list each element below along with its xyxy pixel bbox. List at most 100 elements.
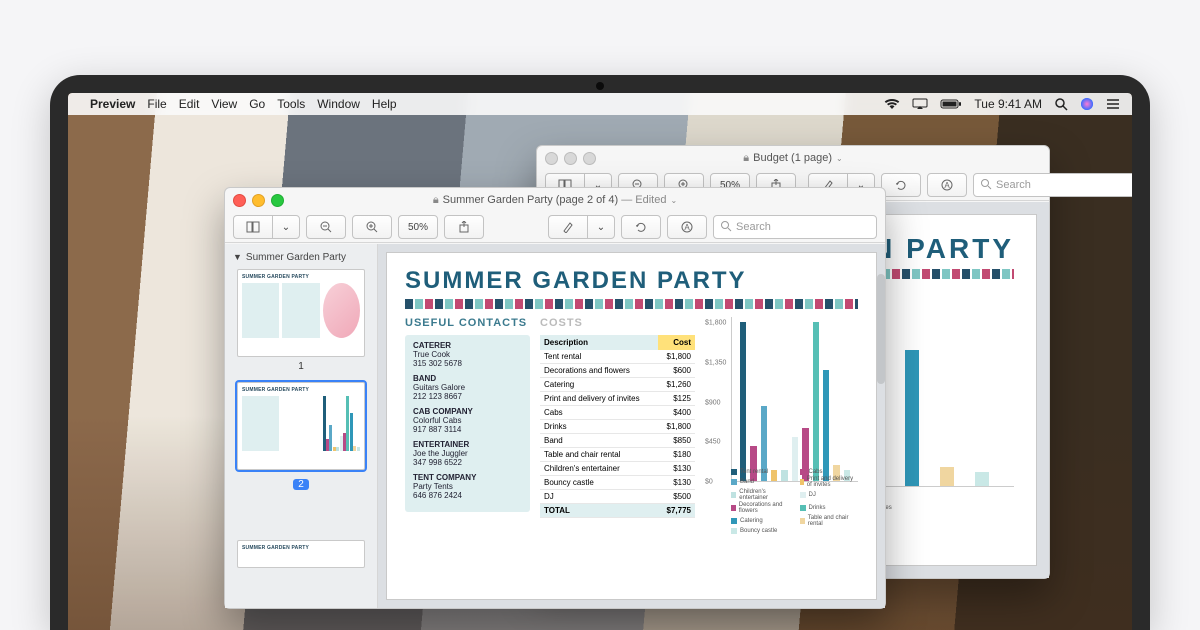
chevron-down-icon[interactable]: ⌄ (670, 196, 677, 205)
menu-view[interactable]: View (211, 97, 237, 111)
siri-icon[interactable] (1080, 97, 1094, 111)
table-row: Decorations and flowers$600 (540, 364, 695, 378)
bar (905, 350, 919, 486)
search-field[interactable]: Search (713, 215, 877, 239)
window-title: Budget (1 page) (753, 152, 832, 164)
thumbnail-sidebar: ▼ Summer Garden Party SUMMER GARDEN PARTY… (225, 244, 378, 608)
legend-item: Cabs (800, 469, 859, 475)
decorative-bunting (405, 299, 858, 309)
contact-entry: CAB COMPANYColorful Cabs917 887 3114 (413, 407, 522, 434)
zoom-in-button[interactable] (352, 215, 392, 239)
share-button[interactable] (444, 215, 484, 239)
col-cost: Cost (658, 335, 695, 350)
contact-entry: TENT COMPANYParty Tents646 876 2424 (413, 473, 522, 500)
legend-item: Bouncy castle (731, 528, 790, 534)
menu-clock[interactable]: Tue 9:41 AM (974, 97, 1042, 111)
menu-file[interactable]: File (147, 97, 166, 111)
minimize-button[interactable] (564, 152, 577, 165)
bar (975, 472, 989, 486)
costs-table: Description Cost Tent rental$1,800Decora… (540, 335, 695, 518)
toolbar: ⌄ 50% ⌄ A Search (225, 212, 885, 243)
highlight-button[interactable] (548, 215, 587, 239)
view-mode-dropdown[interactable]: ⌄ (272, 215, 300, 239)
thumbnail-number: 1 (231, 361, 371, 372)
battery-icon[interactable] (940, 98, 962, 110)
bar (740, 322, 746, 481)
legend-item: Decorations and flowers (731, 502, 790, 514)
window-titlebar[interactable]: 🔒︎ Budget (1 page) ⌄ (537, 146, 1049, 170)
thumbnail-number: 2 (293, 479, 309, 490)
zoom-button[interactable] (583, 152, 596, 165)
search-placeholder: Search (736, 221, 771, 233)
window-titlebar[interactable]: 🔒︎ Summer Garden Party (page 2 of 4) — E… (225, 188, 885, 212)
contact-entry: CATERERTrue Cook315 302 5678 (413, 341, 522, 368)
notification-center-icon[interactable] (1106, 98, 1120, 110)
zoom-level-button[interactable]: 50% (398, 215, 438, 239)
legend-item: Print and delivery of invites (800, 476, 859, 488)
search-icon (980, 178, 992, 193)
col-description: Description (540, 335, 658, 350)
page-thumbnail-3[interactable]: SUMMER GARDEN PARTY (237, 540, 365, 568)
svg-text:A: A (684, 223, 690, 232)
contacts-heading: USEFUL CONTACTS (405, 317, 530, 329)
highlight-dropdown[interactable]: ⌄ (587, 215, 615, 239)
disclosure-triangle[interactable]: ▼ (233, 252, 242, 262)
airplay-icon[interactable] (912, 98, 928, 110)
window-title: Summer Garden Party (page 2 of 4) (443, 194, 618, 206)
table-row: Band$850 (540, 434, 695, 448)
menu-tools[interactable]: Tools (277, 97, 305, 111)
table-row: Drinks$1,800 (540, 420, 695, 434)
wifi-icon[interactable] (884, 98, 900, 110)
legend-item: Table and chair rental (800, 515, 859, 527)
total-label: TOTAL (540, 504, 658, 518)
chevron-down-icon[interactable]: ⌄ (836, 154, 843, 163)
rotate-button[interactable] (621, 215, 661, 239)
bar (823, 370, 829, 481)
svg-text:A: A (944, 181, 950, 190)
search-icon (720, 220, 732, 235)
sidebar-doc-title: Summer Garden Party (246, 252, 346, 263)
contacts-panel: CATERERTrue Cook315 302 5678BANDGuitars … (405, 335, 530, 512)
page-thumbnail-1[interactable]: SUMMER GARDEN PARTY (237, 269, 365, 357)
legend-item: Drinks (800, 502, 859, 514)
menu-edit[interactable]: Edit (179, 97, 200, 111)
table-row: Children's entertainer$130 (540, 462, 695, 476)
scrollbar[interactable] (873, 244, 887, 608)
markup-button[interactable]: A (667, 215, 707, 239)
view-mode-button[interactable] (233, 215, 272, 239)
table-row: Table and chair rental$180 (540, 448, 695, 462)
legend-item: Tent rental (731, 469, 790, 475)
page-thumbnail-2[interactable]: SUMMER GARDEN PARTY (237, 382, 365, 470)
table-row: Tent rental$1,800 (540, 350, 695, 364)
legend-item: Band (731, 476, 790, 488)
spotlight-icon[interactable] (1054, 97, 1068, 111)
table-row: Print and delivery of invites$125 (540, 392, 695, 406)
close-button[interactable] (545, 152, 558, 165)
menu-go[interactable]: Go (249, 97, 265, 111)
legend-item: Catering (731, 515, 790, 527)
legend-item: DJ (800, 489, 859, 501)
minimize-button[interactable] (252, 194, 265, 207)
costs-chart: $0$450$900$1,350$1,800Tent rentalCabsBan… (705, 317, 858, 532)
scrollbar-thumb[interactable] (877, 274, 885, 384)
close-button[interactable] (233, 194, 246, 207)
bar (940, 467, 954, 486)
search-placeholder: Search (996, 179, 1031, 191)
bar (813, 322, 819, 481)
search-field[interactable]: Search (973, 173, 1132, 197)
app-name[interactable]: Preview (90, 97, 135, 111)
table-row: Catering$1,260 (540, 378, 695, 392)
menu-help[interactable]: Help (372, 97, 397, 111)
rotate-button[interactable] (881, 173, 921, 197)
edited-label: Edited (635, 194, 666, 206)
doc-title: SUMMER GARDEN PARTY (405, 267, 858, 295)
total-value: $7,775 (658, 504, 695, 518)
preview-window-summer[interactable]: 🔒︎ Summer Garden Party (page 2 of 4) — E… (224, 187, 886, 609)
zoom-out-button[interactable] (306, 215, 346, 239)
zoom-button[interactable] (271, 194, 284, 207)
table-row: Bouncy castle$130 (540, 476, 695, 490)
lock-icon: 🔒︎ (743, 152, 749, 165)
menu-window[interactable]: Window (317, 97, 360, 111)
markup-button[interactable]: A (927, 173, 967, 197)
table-row: DJ$500 (540, 490, 695, 504)
